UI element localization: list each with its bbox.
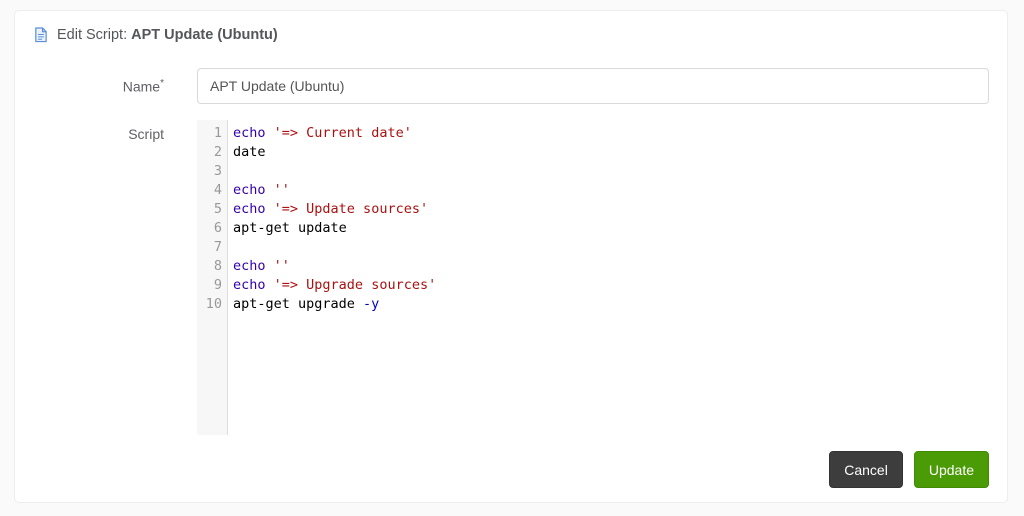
- page-title: Edit Script: APT Update (Ubuntu): [57, 25, 278, 45]
- script-label: Script: [128, 126, 164, 142]
- line-number: 5: [213, 201, 222, 217]
- code-line: echo '': [233, 257, 989, 276]
- code-token-string: '=> Current date': [273, 125, 412, 141]
- code-line: echo '=> Update sources': [233, 200, 989, 219]
- code-line: date: [233, 143, 989, 162]
- code-token-string: '': [273, 182, 290, 198]
- code-token-string: '=> Upgrade sources': [273, 277, 437, 293]
- code-token-plain: apt-get upgrade: [233, 296, 364, 312]
- cancel-button[interactable]: Cancel: [829, 451, 903, 488]
- script-editor[interactable]: 1 2 3 4 5 6 7 8 9 10 echo '=> Current date' date e…: [197, 120, 989, 435]
- script-field-row: Script 1 2 3 4 5 6 7 8 9 10 echo '=> Current date…: [15, 120, 1007, 435]
- page-title-prefix: Edit Script:: [57, 27, 132, 43]
- update-button[interactable]: Update: [913, 451, 989, 488]
- line-number: 7: [213, 239, 222, 255]
- code-line: apt-get update: [233, 219, 989, 238]
- line-number: 4: [213, 182, 222, 198]
- line-number: 9: [213, 277, 222, 293]
- line-number: 6: [213, 220, 222, 236]
- code-token-builtin: echo: [233, 201, 266, 217]
- line-number: 1: [213, 125, 222, 141]
- code-line: apt-get upgrade -y: [233, 295, 989, 314]
- page-title-script-name: APT Update (Ubuntu): [131, 27, 278, 43]
- required-marker: *: [160, 77, 164, 89]
- code-token-string: '': [273, 258, 290, 274]
- line-number: 10: [205, 296, 222, 312]
- line-number: 3: [213, 163, 222, 179]
- name-field-row: Name*: [15, 68, 1007, 104]
- code-token-builtin: echo: [233, 125, 266, 141]
- code-token-builtin: echo: [233, 258, 266, 274]
- name-label: Name*: [122, 77, 164, 95]
- card-header: Edit Script: APT Update (Ubuntu): [15, 11, 1007, 45]
- code-token-attribute: -y: [363, 296, 380, 312]
- code-token-plain: apt-get update: [233, 220, 347, 236]
- code-token-string: '=> Update sources': [273, 201, 429, 217]
- form-actions: Cancel Update: [15, 451, 989, 488]
- code-token-plain: date: [233, 144, 266, 160]
- script-editor-gutter: 1 2 3 4 5 6 7 8 9 10: [197, 120, 228, 435]
- file-text-icon: [33, 27, 48, 43]
- script-editor-code[interactable]: echo '=> Current date' date echo '' echo '…: [228, 120, 989, 435]
- name-input[interactable]: [197, 68, 989, 104]
- line-number: 8: [213, 258, 222, 274]
- code-line: echo '=> Current date': [233, 124, 989, 143]
- code-token-builtin: echo: [233, 277, 266, 293]
- edit-script-card: Edit Script: APT Update (Ubuntu) Name* S…: [14, 10, 1008, 503]
- code-line: echo '': [233, 181, 989, 200]
- code-line: echo '=> Upgrade sources': [233, 276, 989, 295]
- line-number: 2: [213, 144, 222, 160]
- code-token-builtin: echo: [233, 182, 266, 198]
